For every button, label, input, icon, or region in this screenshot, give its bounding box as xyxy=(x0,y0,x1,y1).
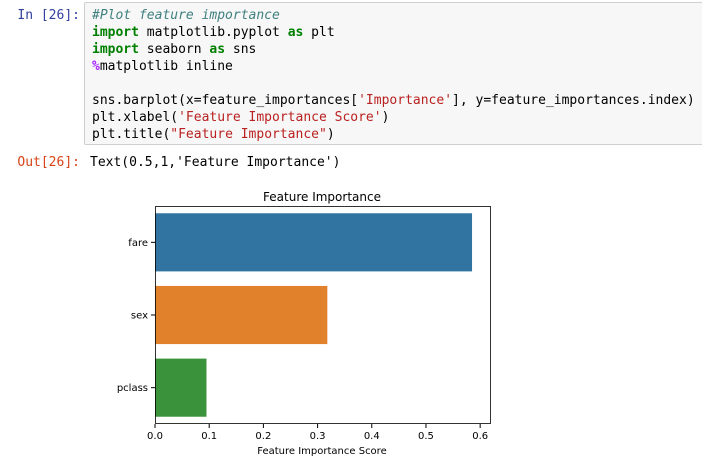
plot-area: fare sex pclass 0.0 0.1 0.2 0.3 0.4 0.5 0.6 xyxy=(117,206,491,442)
bar-pclass xyxy=(155,358,207,417)
x-tick-label: 0.3 xyxy=(310,431,326,442)
x-tick-label: 0.0 xyxy=(147,431,163,442)
x-tick-label: 0.6 xyxy=(472,431,488,442)
x-axis-label: Feature Importance Score xyxy=(257,446,386,457)
x-tick-label: 0.4 xyxy=(364,431,380,442)
x-tick-label: 0.1 xyxy=(201,431,217,442)
y-tick-label: sex xyxy=(131,311,148,322)
y-tick-label: fare xyxy=(128,238,148,249)
bar-fare xyxy=(155,213,473,272)
chart-title: Feature Importance xyxy=(263,190,381,204)
x-tick-label: 0.2 xyxy=(255,431,271,442)
bar-sex xyxy=(155,285,328,345)
y-tick-label: pclass xyxy=(117,383,148,394)
x-tick-label: 0.5 xyxy=(418,431,434,442)
feature-importance-chart: Feature Importance Feature Importance Sc… xyxy=(117,190,491,457)
